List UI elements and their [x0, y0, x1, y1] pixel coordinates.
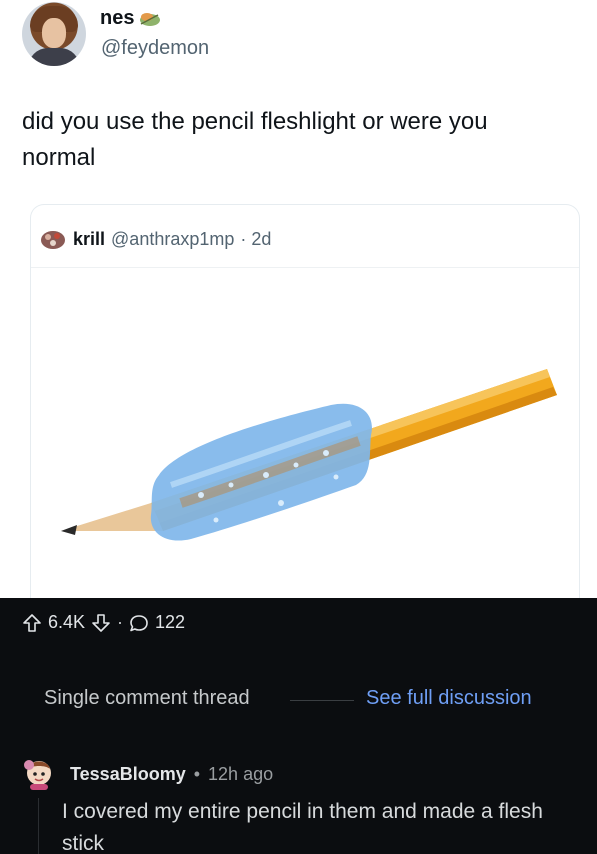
comment-separator: • [193, 764, 201, 784]
reddit-panel: 6.4K · 122 Single comment thread See ful… [0, 598, 597, 854]
upvote-count: 6.4K [48, 612, 86, 632]
tweet-avatar[interactable] [22, 2, 86, 66]
pencil-image[interactable] [31, 325, 579, 585]
tweet-author[interactable]: nes [100, 7, 162, 30]
quoted-age: · 2d [240, 228, 272, 249]
upvote-arrow-icon[interactable] [22, 613, 42, 633]
comment-timestamp: 12h ago [208, 764, 274, 784]
tweet-card: nes @feydemon did you use the pencil fle… [0, 0, 597, 598]
stats-separator: · [117, 612, 124, 632]
single-comment-thread-label: Single comment thread [44, 687, 250, 709]
comment-username[interactable]: TessaBloomy [70, 764, 186, 785]
quoted-tweet[interactable]: krill @anthraxp1mp · 2d [30, 204, 580, 598]
commenter-avatar[interactable] [20, 753, 58, 791]
comment-header: TessaBloomy • 12h ago [70, 764, 273, 785]
thread-nav-row: Single comment thread See full discussio… [44, 687, 564, 717]
quoted-display-name[interactable]: krill [73, 229, 105, 250]
downvote-arrow-icon[interactable] [91, 613, 111, 633]
comment-body: I covered my entire pencil in them and m… [62, 800, 543, 854]
quoted-divider [31, 267, 579, 268]
thread-divider [290, 700, 354, 701]
see-full-discussion-link[interactable]: See full discussion [366, 687, 532, 710]
comment-count: 122 [155, 612, 186, 632]
quoted-handle[interactable]: @anthraxp1mp [111, 229, 234, 250]
quoted-avatar-icon[interactable] [39, 227, 67, 251]
quoted-tweet-header: krill @anthraxp1mp · 2d [39, 227, 271, 251]
tweet-display-name[interactable]: nes [100, 7, 134, 30]
post-stats-row: 6.4K · 122 [22, 612, 185, 633]
comment-bubble-icon[interactable] [129, 613, 149, 633]
tweet-handle[interactable]: @feydemon [101, 37, 209, 60]
leaf-icon [138, 10, 162, 28]
tweet-text: did you use the pencil fleshlight or wer… [22, 108, 488, 171]
comment-thread-line[interactable] [38, 798, 39, 854]
